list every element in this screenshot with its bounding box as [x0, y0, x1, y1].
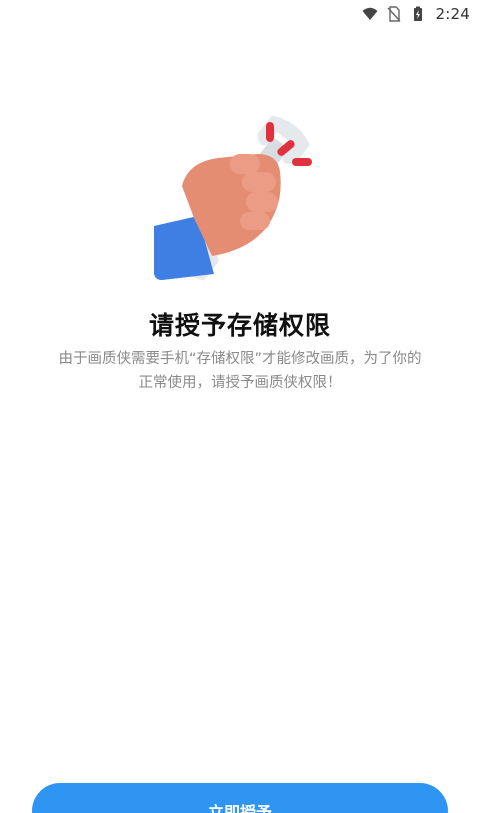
status-time: 2:24	[435, 5, 470, 23]
wifi-icon	[362, 7, 378, 20]
description-line-1: 由于画质侠需要手机“存储权限”才能修改画质，为了你的	[58, 351, 422, 367]
permission-description: 由于画质侠需要手机“存储权限”才能修改画质，为了你的 正常使用，请授予画质侠权限…	[36, 347, 444, 395]
permission-screen: 2:24 请授予存储权限 由于画质侠需要手机“存储权限”才能修改画质，为了你的 …	[0, 0, 480, 813]
grant-now-button[interactable]: 立即授予	[32, 783, 448, 813]
permission-title: 请授予存储权限	[148, 311, 331, 340]
description-line-2: 正常使用，请授予画质侠权限！	[138, 375, 342, 391]
hand-holding-wrench-icon	[154, 115, 312, 281]
no-sim-icon	[387, 6, 401, 22]
status-bar: 2:24	[0, 0, 480, 28]
battery-charging-icon	[413, 6, 422, 21]
